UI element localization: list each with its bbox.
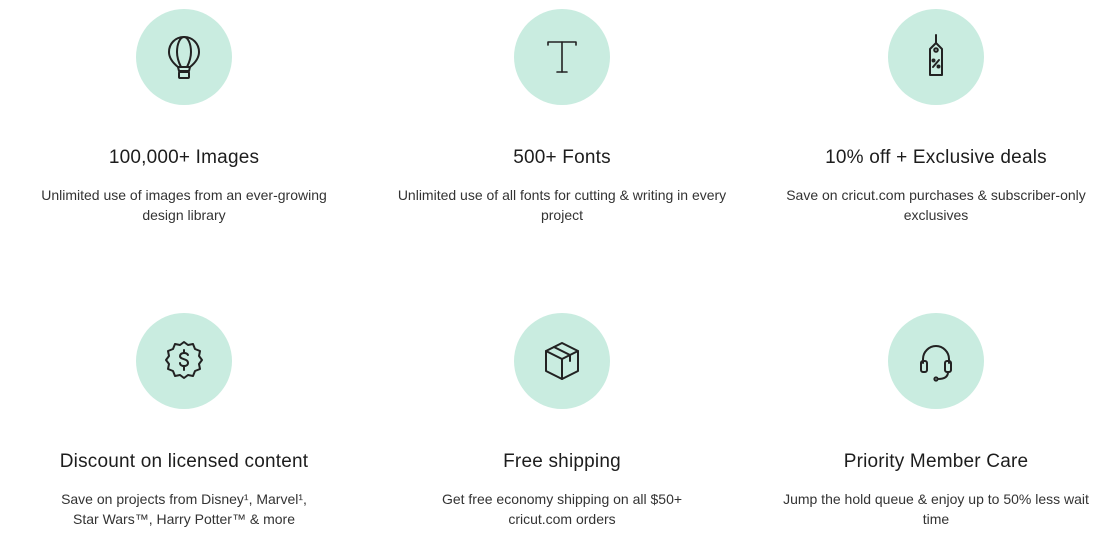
feature-description: Get free economy shipping on all $50+ cr… [441,491,683,527]
hot-air-balloon-icon [168,36,200,79]
icon-badge [888,313,984,409]
headset-icon [920,345,952,382]
icon-badge [136,313,232,409]
feature-title: 500+ Fonts [513,147,611,168]
feature-licensed-content: Discount on licensed content Save on pro… [0,304,368,529]
benefits-grid: 100,000+ Images Unlimited use of images … [0,0,1105,552]
feature-free-shipping: Free shipping Get free economy shipping … [378,304,746,529]
feature-description: Jump the hold queue & enjoy up to 50% le… [783,491,1089,527]
icon-badge [888,9,984,105]
feature-description: Save on projects from Disney¹, Marvel¹, … [61,491,307,527]
feature-title: Discount on licensed content [59,451,309,472]
feature-title: Free shipping [503,451,621,472]
feature-title: 100,000+ Images [108,147,260,168]
font-t-icon [547,41,577,73]
icon-badge [514,9,610,105]
dollar-badge-icon [165,341,203,379]
feature-description: Unlimited use of images from an ever-gro… [41,187,327,223]
box-icon [545,342,579,380]
feature-description: Unlimited use of all fonts for cutting &… [397,187,727,223]
price-tag-icon [929,34,943,76]
feature-images: 100,000+ Images Unlimited use of images … [0,0,368,225]
icon-badge [136,9,232,105]
feature-description: Save on cricut.com purchases & subscribe… [786,187,1086,223]
feature-fonts: 500+ Fonts Unlimited use of all fonts fo… [378,0,746,225]
feature-title: Priority Member Care [843,451,1029,472]
icon-badge [514,313,610,409]
feature-deals: 10% off + Exclusive deals Save on cricut… [752,0,1105,225]
feature-title: 10% off + Exclusive deals [825,147,1047,168]
feature-member-care: Priority Member Care Jump the hold queue… [752,304,1105,529]
